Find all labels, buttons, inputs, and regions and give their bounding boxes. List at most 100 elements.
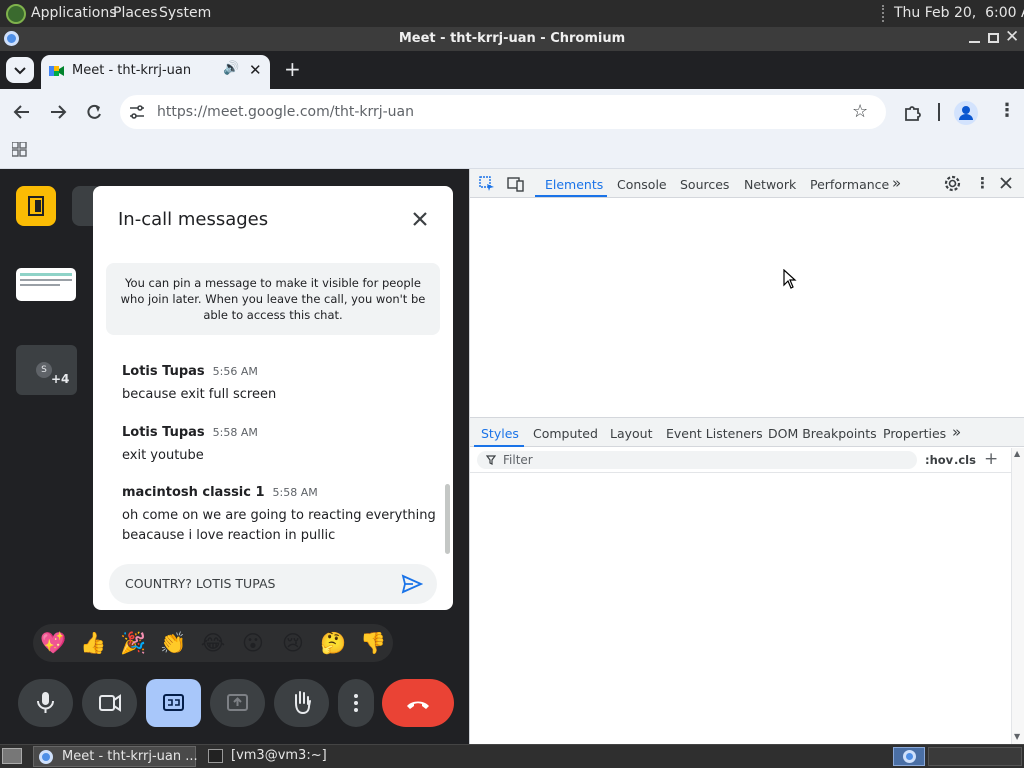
- scroll-down-icon[interactable]: ▼: [1014, 732, 1020, 741]
- menu-places[interactable]: Places: [113, 5, 158, 21]
- devtools-tabbar: Elements Console Sources Network Perform…: [470, 169, 1024, 198]
- window-title-bar: Meet - tht-krrj-uan - Chromium ✕: [0, 27, 1024, 51]
- new-tab-button[interactable]: +: [284, 57, 301, 81]
- reaction-surprised[interactable]: 😮: [240, 630, 266, 656]
- chrome-menu-icon[interactable]: ⋮: [998, 100, 1016, 121]
- close-tab-icon[interactable]: ✕: [249, 61, 262, 79]
- filter-icon: [486, 455, 496, 465]
- in-call-messages-panel: In-call messages You can pin a message t…: [93, 186, 453, 610]
- settings-gear-icon[interactable]: [944, 175, 961, 192]
- reaction-sad[interactable]: 😢: [280, 630, 306, 656]
- message-0: Lotis Tupas 5:56 AM because exit full scr…: [122, 364, 442, 405]
- more-vert-icon: [354, 694, 358, 712]
- apps-grid-icon[interactable]: [12, 142, 27, 157]
- raise-hand-button[interactable]: [274, 679, 329, 727]
- styles-tab-computed[interactable]: Computed: [533, 426, 598, 441]
- hov-toggle[interactable]: :hov: [925, 453, 953, 467]
- chevron-down-icon: [14, 67, 26, 75]
- participants-tile[interactable]: S +4: [16, 345, 77, 395]
- more-options-button[interactable]: [338, 679, 374, 727]
- styles-filter-bar: Filter :hov .cls +: [470, 448, 1011, 473]
- element-picker-icon[interactable]: [479, 176, 495, 192]
- show-desktop-icon[interactable]: [2, 748, 22, 764]
- url-text: https://meet.google.com/tht-krrj-uan: [157, 104, 414, 120]
- reaction-clap[interactable]: 👏: [160, 630, 186, 656]
- close-devtools-icon[interactable]: [1000, 177, 1012, 189]
- device-toolbar-icon[interactable]: [507, 176, 525, 192]
- terminal-icon: [208, 749, 223, 763]
- more-subtabs-icon[interactable]: »: [952, 423, 961, 441]
- active-tab-indicator: [535, 195, 607, 197]
- speaker-icon[interactable]: 🔊: [223, 61, 239, 76]
- forward-icon[interactable]: [48, 103, 68, 121]
- elements-tree[interactable]: [470, 199, 1024, 417]
- close-icon[interactable]: [412, 211, 428, 227]
- styles-tab-properties[interactable]: Properties: [883, 426, 946, 441]
- taskbar-item-chromium[interactable]: Meet - tht-krrj-uan ...: [33, 746, 198, 767]
- microphone-button[interactable]: [18, 679, 73, 727]
- workspace-switcher[interactable]: [893, 747, 925, 766]
- scroll-up-icon[interactable]: ▲: [1014, 449, 1020, 458]
- reaction-thumbs-up[interactable]: 👍: [80, 630, 106, 656]
- devtools-tab-elements[interactable]: Elements: [545, 177, 603, 192]
- reaction-thinking[interactable]: 🤔: [320, 630, 346, 656]
- send-icon[interactable]: [401, 574, 423, 594]
- styles-pane[interactable]: [470, 474, 1011, 744]
- mouse-cursor-icon: [783, 269, 797, 289]
- reaction-party[interactable]: 🎉: [120, 630, 146, 656]
- filter-input[interactable]: Filter: [477, 451, 917, 469]
- avatar: S: [36, 362, 52, 378]
- camera-button[interactable]: [82, 679, 137, 727]
- extensions-icon[interactable]: [903, 103, 923, 121]
- clock[interactable]: Thu Feb 20, 6:00 AM: [894, 5, 1024, 21]
- devtools-tab-console[interactable]: Console: [617, 177, 667, 192]
- styles-scrollbar[interactable]: ▲ ▼: [1011, 448, 1024, 744]
- profile-icon[interactable]: [954, 101, 978, 125]
- styles-tab-dom-breakpoints[interactable]: DOM Breakpoints: [768, 426, 877, 441]
- maximize-icon[interactable]: [988, 33, 999, 43]
- more-tabs-icon[interactable]: »: [892, 174, 901, 192]
- reaction-heart[interactable]: 💖: [40, 630, 66, 656]
- captions-icon: [163, 694, 184, 711]
- message-1: Lotis Tupas 5:58 AM exit youtube: [122, 425, 442, 466]
- menu-system[interactable]: System: [159, 5, 211, 21]
- devtools-tab-performance[interactable]: Performance: [810, 177, 889, 192]
- address-bar[interactable]: https://meet.google.com/tht-krrj-uan ☆: [120, 95, 886, 129]
- styles-tab-event-listeners[interactable]: Event Listeners: [666, 426, 763, 441]
- workspace-2[interactable]: [928, 747, 1022, 766]
- message-draft: COUNTRY? LOTIS TUPAS: [125, 576, 276, 591]
- activities-button[interactable]: [16, 186, 56, 226]
- taskbar-item-terminal[interactable]: [vm3@vm3:~]: [203, 746, 383, 767]
- styles-tab-styles[interactable]: Styles: [481, 426, 519, 441]
- reaction-thumbs-down[interactable]: 👎: [360, 630, 386, 656]
- more-participants-count: +4: [51, 372, 70, 386]
- taskbar-item-label: Meet - tht-krrj-uan ...: [62, 749, 198, 764]
- devtools-menu-icon[interactable]: ⋮: [975, 174, 990, 192]
- minimize-icon[interactable]: [969, 41, 980, 43]
- message-input[interactable]: COUNTRY? LOTIS TUPAS: [109, 564, 437, 604]
- toolbar-divider: [938, 103, 940, 121]
- cls-toggle[interactable]: .cls: [954, 453, 976, 467]
- window-title: Meet - tht-krrj-uan - Chromium: [398, 31, 626, 46]
- styles-tab-layout[interactable]: Layout: [610, 426, 653, 441]
- bookmark-star-icon[interactable]: ☆: [852, 101, 868, 122]
- camera-icon: [99, 694, 121, 712]
- presentation-thumbnail[interactable]: [16, 268, 76, 301]
- leave-call-button[interactable]: [382, 679, 454, 727]
- chat-scrollbar[interactable]: [445, 484, 450, 554]
- new-style-rule-icon[interactable]: +: [984, 449, 998, 469]
- reaction-laugh[interactable]: 😂: [200, 630, 226, 656]
- close-window-icon[interactable]: ✕: [1005, 29, 1019, 46]
- tab-search-button[interactable]: [6, 57, 34, 83]
- gnome-logo-icon[interactable]: [6, 4, 26, 24]
- reload-icon[interactable]: [85, 103, 103, 121]
- menu-applications[interactable]: Applications: [31, 5, 117, 21]
- captions-button[interactable]: [146, 679, 201, 727]
- devtools-tab-sources[interactable]: Sources: [680, 177, 729, 192]
- present-button[interactable]: [210, 679, 265, 727]
- site-info-icon[interactable]: [128, 104, 146, 120]
- url-path: tht-krrj-uan: [334, 104, 415, 120]
- browser-tab[interactable]: Meet - tht-krrj-uan 🔊 ✕: [41, 55, 270, 89]
- back-icon[interactable]: [12, 103, 32, 121]
- devtools-tab-network[interactable]: Network: [744, 177, 796, 192]
